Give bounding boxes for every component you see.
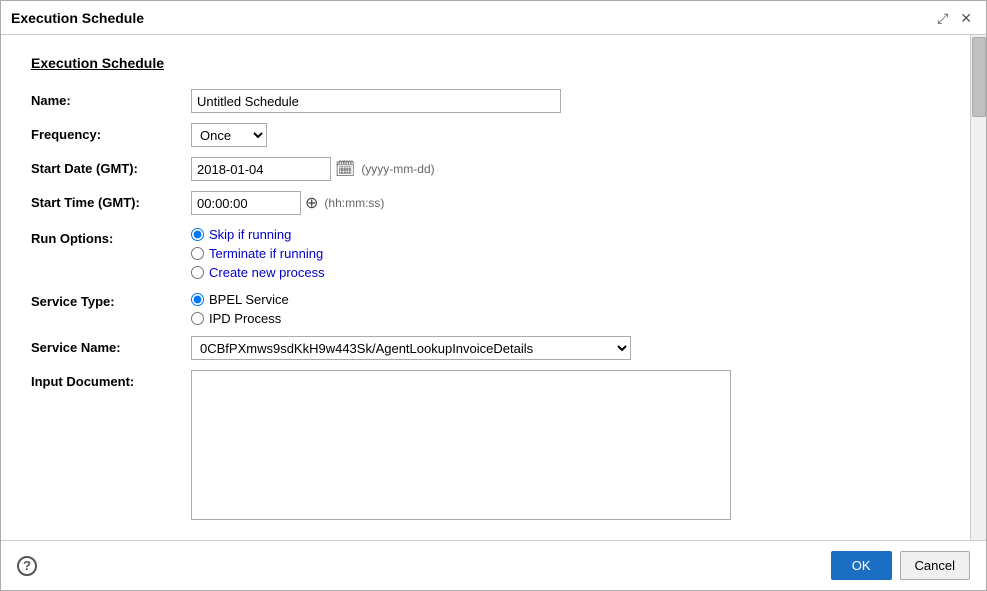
service-name-label: Service Name: [31, 336, 191, 355]
start-time-label: Start Time (GMT): [31, 191, 191, 210]
run-option-skip-label: Skip if running [209, 227, 291, 242]
frequency-select[interactable]: Once Hourly Daily Weekly Monthly [191, 123, 267, 147]
service-type-ipd[interactable]: IPD Process [191, 311, 940, 326]
input-document-field [191, 370, 940, 520]
service-type-label: Service Type: [31, 290, 191, 309]
service-name-select[interactable]: 0CBfPXmws9sdKkH9w443Sk/AgentLookupInvoic… [191, 336, 631, 360]
start-date-field: 🗓 (yyyy-mm-dd) [191, 157, 940, 181]
scrollbar-track[interactable] [970, 35, 986, 540]
scrollable-content: Execution Schedule Name: Frequency: Once… [1, 35, 970, 540]
ok-button[interactable]: OK [831, 551, 892, 580]
service-type-bpel-radio[interactable] [191, 293, 204, 306]
service-type-group: BPEL Service IPD Process [191, 290, 940, 326]
form-grid: Name: Frequency: Once Hourly Daily Weekl… [31, 89, 940, 520]
frequency-field: Once Hourly Daily Weekly Monthly [191, 123, 940, 147]
footer: ? OK Cancel [1, 540, 986, 590]
start-date-label: Start Date (GMT): [31, 157, 191, 176]
run-option-terminate[interactable]: Terminate if running [191, 246, 940, 261]
input-document-label: Input Document: [31, 370, 191, 389]
run-options-group: Skip if running Terminate if running Cre… [191, 225, 940, 280]
close-button[interactable]: ✕ [956, 9, 976, 27]
clock-icon[interactable]: ⊕ [305, 193, 318, 213]
section-title: Execution Schedule [31, 55, 940, 71]
help-icon[interactable]: ? [17, 556, 37, 576]
run-option-skip[interactable]: Skip if running [191, 227, 940, 242]
main-window: Execution Schedule ⤢ ✕ Execution Schedul… [0, 0, 987, 591]
name-field [191, 89, 940, 113]
name-label: Name: [31, 89, 191, 108]
start-time-field: ⊕ (hh:mm:ss) [191, 191, 940, 215]
run-option-terminate-label: Terminate if running [209, 246, 323, 261]
start-date-hint: (yyyy-mm-dd) [361, 162, 434, 176]
run-option-skip-radio[interactable] [191, 228, 204, 241]
calendar-icon[interactable]: 🗓 [335, 159, 355, 179]
run-option-new-process-label: Create new process [209, 265, 325, 280]
footer-buttons: OK Cancel [831, 551, 970, 580]
start-time-hint: (hh:mm:ss) [324, 196, 384, 210]
maximize-button[interactable]: ⤢ [933, 9, 952, 27]
service-type-bpel[interactable]: BPEL Service [191, 292, 940, 307]
service-type-bpel-label: BPEL Service [209, 292, 289, 307]
name-input[interactable] [191, 89, 561, 113]
scrollbar-thumb[interactable] [972, 37, 986, 117]
run-option-terminate-radio[interactable] [191, 247, 204, 260]
window-title: Execution Schedule [11, 10, 144, 26]
service-type-ipd-radio[interactable] [191, 312, 204, 325]
frequency-label: Frequency: [31, 123, 191, 142]
content-area: Execution Schedule Name: Frequency: Once… [1, 35, 986, 540]
run-option-new-process[interactable]: Create new process [191, 265, 940, 280]
title-bar: Execution Schedule ⤢ ✕ [1, 1, 986, 35]
start-date-input[interactable] [191, 157, 331, 181]
footer-left: ? [17, 556, 37, 576]
start-time-input[interactable] [191, 191, 301, 215]
cancel-button[interactable]: Cancel [900, 551, 970, 580]
service-type-ipd-label: IPD Process [209, 311, 281, 326]
run-options-label: Run Options: [31, 225, 191, 246]
run-option-new-process-radio[interactable] [191, 266, 204, 279]
service-name-field: 0CBfPXmws9sdKkH9w443Sk/AgentLookupInvoic… [191, 336, 940, 360]
input-document-textarea[interactable] [191, 370, 731, 520]
title-bar-controls: ⤢ ✕ [933, 9, 976, 27]
